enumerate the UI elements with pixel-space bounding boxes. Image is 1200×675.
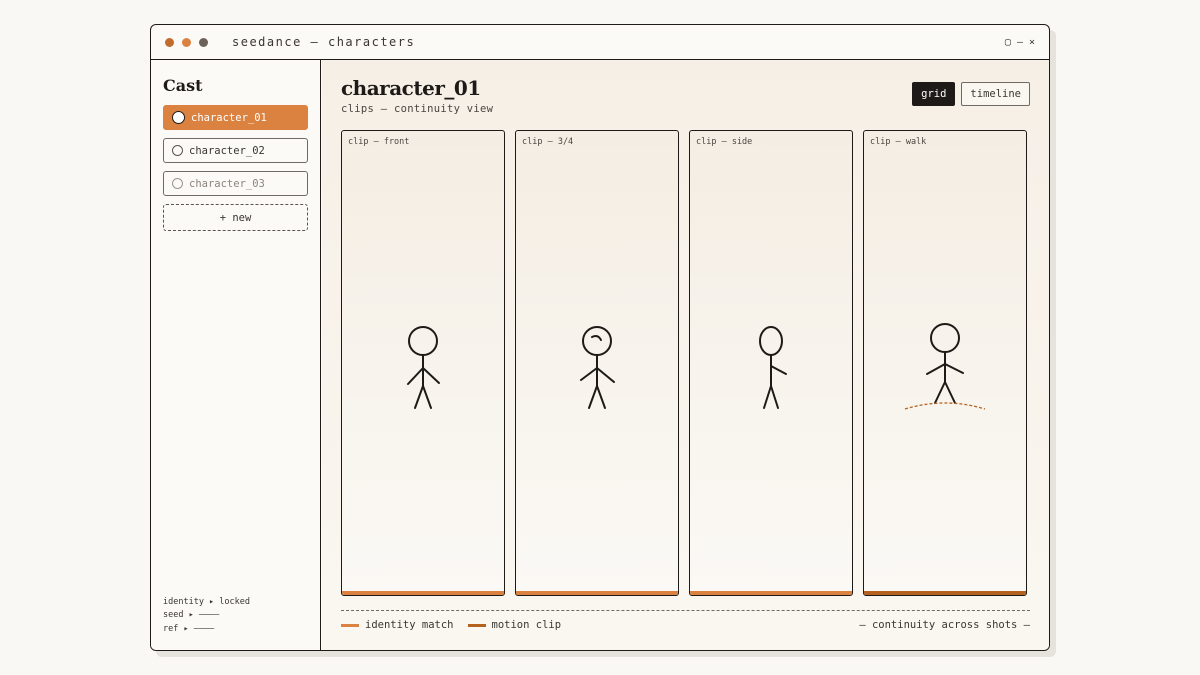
meta-seed: seed ▸ ———— xyxy=(163,610,220,620)
legend-motion-clip: motion clip xyxy=(467,619,562,631)
cast-list: character_01 character_02 character_03 +… xyxy=(163,105,308,231)
avatar-ring-icon xyxy=(172,145,183,156)
legend-swatch xyxy=(341,623,359,627)
title-bar: seedance — characters ▢ — × xyxy=(151,25,1049,60)
clip-status-bar xyxy=(342,591,504,595)
side-icon xyxy=(759,326,787,409)
clip-label: clip — side xyxy=(696,137,753,147)
window-dots xyxy=(165,37,208,47)
cast-item-label: character_03 xyxy=(189,177,265,190)
avatar-ring-icon xyxy=(172,111,185,124)
view-toggle: grid timeline xyxy=(912,82,1030,106)
clip-grid: clip — front clip — 3/4 clip — side clip… xyxy=(341,130,1027,596)
clip-card-front[interactable]: clip — front xyxy=(341,130,505,596)
walk-icon xyxy=(904,323,986,410)
grid-view-button[interactable]: grid xyxy=(912,82,956,106)
window-title: seedance — characters xyxy=(232,35,416,49)
maximize-icon[interactable]: ▢ xyxy=(1005,37,1011,48)
avatar-ring-icon xyxy=(172,178,183,189)
legend-divider xyxy=(341,610,1030,611)
window-controls: ▢ — × xyxy=(1005,25,1035,59)
minimize-icon[interactable]: — xyxy=(1017,37,1023,48)
identity-meta: identity ▸ locked seed ▸ ———— ref ▸ ———— xyxy=(163,596,250,637)
clip-label: clip — 3/4 xyxy=(522,137,574,147)
cast-sidebar: Cast character_01 character_02 character… xyxy=(151,60,321,650)
cast-item-character-02[interactable]: character_02 xyxy=(163,138,308,163)
meta-identity: identity ▸ locked xyxy=(163,596,250,607)
new-character-button[interactable]: + new xyxy=(163,204,308,231)
three-quarter-icon xyxy=(580,326,615,409)
legend-swatch xyxy=(467,623,486,627)
cast-item-character-03[interactable]: character_03 xyxy=(163,171,308,196)
cast-item-label: character_02 xyxy=(189,144,265,157)
clip-status-bar xyxy=(690,591,852,595)
legend: identity match motion clip xyxy=(341,619,561,631)
clip-card-walk[interactable]: clip — walk xyxy=(863,130,1027,596)
clip-status-bar xyxy=(516,591,678,595)
timeline-view-button[interactable]: timeline xyxy=(961,82,1030,106)
window-dot-3[interactable] xyxy=(199,37,208,47)
clip-card-side[interactable]: clip — side xyxy=(689,130,853,596)
meta-ref: ref ▸ ———— xyxy=(163,623,215,634)
main-panel: character_01 clips — continuity view gri… xyxy=(322,60,1049,650)
close-icon[interactable]: × xyxy=(1029,37,1035,48)
front-icon xyxy=(407,326,440,409)
app-window: seedance — characters ▢ — × Cast charact… xyxy=(150,24,1050,651)
clip-card-three-quarter[interactable]: clip — 3/4 xyxy=(515,130,679,596)
page-subtitle: clips — continuity view xyxy=(341,103,494,115)
clip-label: clip — walk xyxy=(870,137,927,147)
window-dot-1[interactable] xyxy=(165,37,174,47)
legend-label: motion clip xyxy=(491,619,562,631)
clip-status-bar xyxy=(864,591,1026,595)
page-title: character_01 xyxy=(341,76,481,100)
legend-identity-match: identity match xyxy=(341,619,454,631)
cast-title: Cast xyxy=(163,76,203,95)
clip-label: clip — front xyxy=(348,137,410,147)
cast-item-label: character_01 xyxy=(191,111,267,124)
cast-item-character-01[interactable]: character_01 xyxy=(163,105,308,130)
legend-label: identity match xyxy=(365,619,454,631)
window-dot-2[interactable] xyxy=(182,37,191,47)
continuity-footnote: — continuity across shots — xyxy=(859,619,1030,631)
